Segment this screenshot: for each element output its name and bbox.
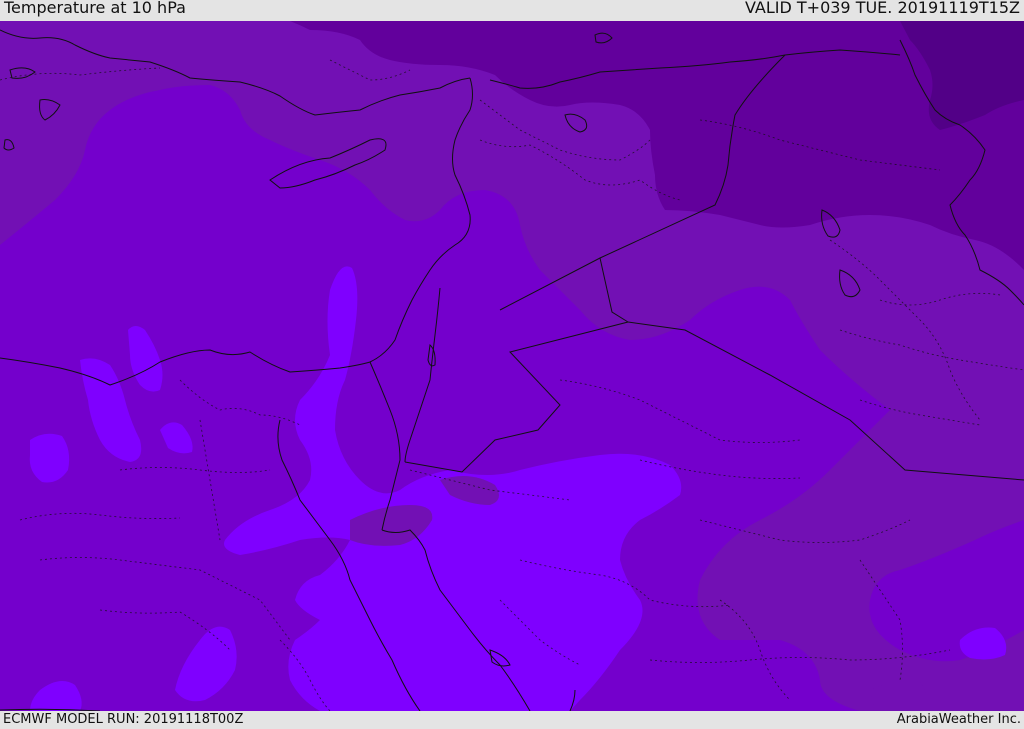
map-viewer: Temperature at 10 hPa VALID T+039 TUE. 2…	[0, 0, 1024, 729]
header-bar: Temperature at 10 hPa VALID T+039 TUE. 2…	[0, 0, 1024, 21]
footer-bar: ECMWF MODEL RUN: 20191118T00Z ArabiaWeat…	[0, 711, 1024, 729]
map-title: Temperature at 10 hPa	[4, 0, 186, 17]
valid-time-label: VALID T+039 TUE. 20191119T15Z	[744, 0, 1020, 17]
model-run-label: ECMWF MODEL RUN: 20191118T00Z	[3, 712, 244, 727]
map-canvas	[0, 21, 1024, 711]
credit-label: ArabiaWeather Inc.	[896, 712, 1021, 727]
weather-map[interactable]	[0, 21, 1024, 711]
